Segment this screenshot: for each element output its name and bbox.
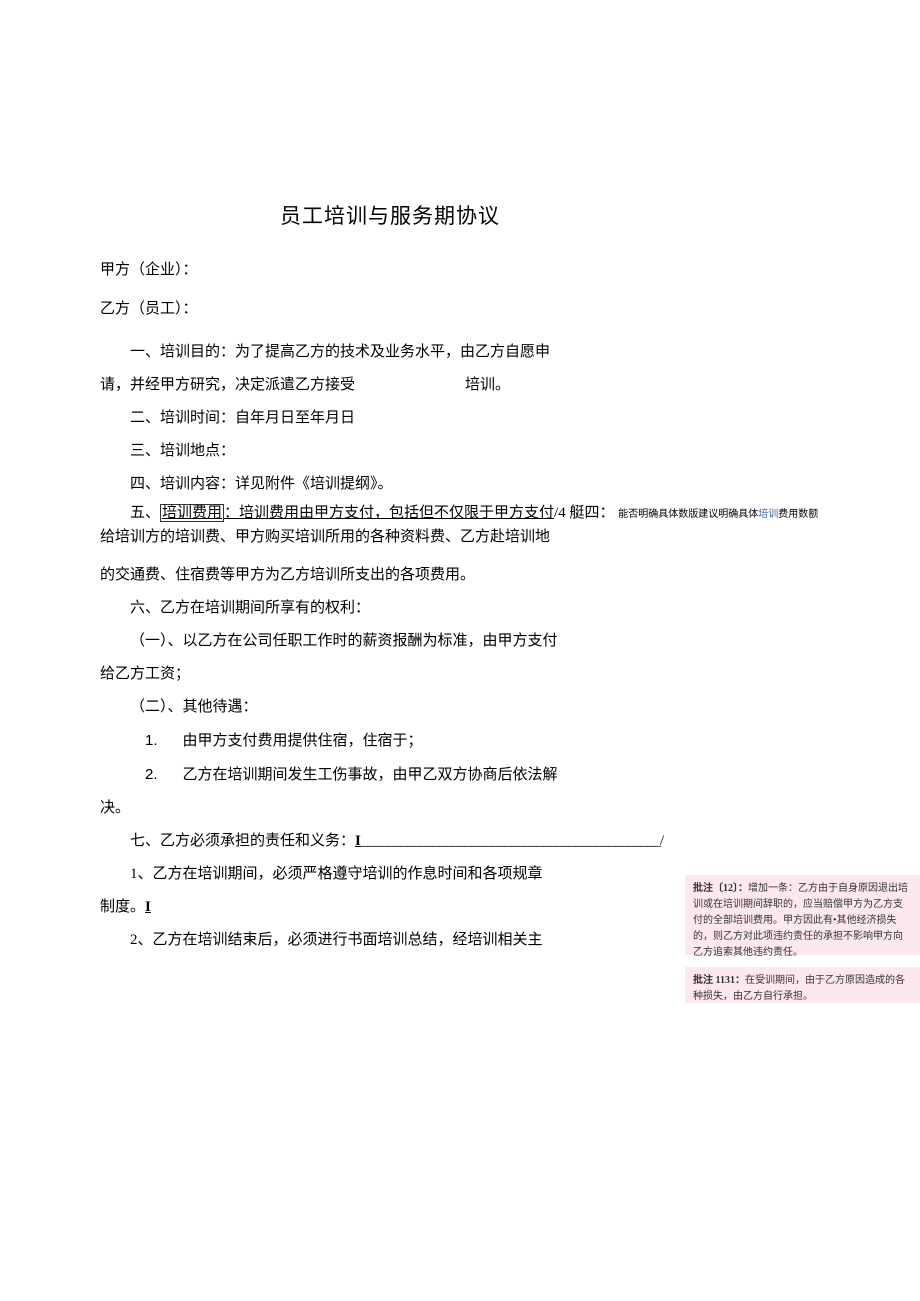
text-segment: / [660, 833, 664, 849]
comment-label: 批注〔12〕： [693, 883, 748, 894]
document-title: 员工培训与服务期协议 [100, 200, 680, 230]
list-item-2b: 决。 [100, 792, 680, 825]
list-number: 1. [145, 724, 183, 757]
section-6: 六、乙方在培训期间所享有的权利： [100, 592, 680, 625]
text-segment: 五、 [130, 505, 160, 521]
section-1-line-1: 一、培训目的：为了提高乙方的技术及业务水平，由乙方自愿申 [100, 336, 680, 369]
party-a: 甲方（企业）： [100, 258, 680, 279]
comment-text: 增加一条：乙方由于自身原因退出培训或在培训期间辞职的，应当赔偿甲方为乙方支付的全… [693, 883, 908, 958]
list-item-2: 2.乙方在培训期间发生工伤事故，由甲乙双方协商后依法解 [100, 758, 680, 792]
list-text: 乙方在培训期间发生工伤事故，由甲乙双方协商后依法解 [183, 767, 558, 783]
section-5-line-2: 给培训方的培训费、甲方购买培训所用的各种资料费、乙方赴培训地 [100, 525, 680, 549]
comment-annotation-2: 批注 1131：在受训期间，由于乙方原因造成的各种损失，由乙方自行承担。 [685, 967, 920, 1003]
section-7-1: 1、乙方在培训期间，必须严格遵守培训的作息时间和各项规章 [100, 858, 680, 891]
cursor-mark: I [145, 899, 151, 915]
list-text: 由甲方支付费用提供住宿，住宿于； [183, 733, 423, 749]
section-4: 四、培训内容：详见附件《培训提纲》。 [100, 468, 680, 501]
section-2: 二、培训时间：自年月日至年月日 [100, 402, 680, 435]
list-item-1: 1.由甲方支付费用提供住宿，住宿于； [100, 724, 680, 758]
blank-line[interactable]: ________________________________________… [361, 833, 660, 849]
comment-annotation-1: 批注〔12〕：增加一条：乙方由于自身原因退出培训或在培训期间辞职的，应当赔偿甲方… [685, 875, 920, 955]
underlined-text: ：培训费用由甲方支付，包括但不仅限于甲方支付 [224, 505, 554, 521]
section-6-1: （一）、以乙方在公司任职工作时的薪资报酬为标准，由甲方支付 [100, 625, 680, 658]
comment-label: 批注 1131： [693, 975, 745, 986]
text-segment: 请，并经甲方研究，决定派遣乙方接受 [100, 377, 355, 393]
list-number: 2. [145, 758, 183, 791]
section-6-2: （二）、其他待遇： [100, 691, 680, 724]
text-segment: 制度。 [100, 899, 145, 915]
section-1-line-2: 请，并经甲方研究，决定派遣乙方接受 培训。 [100, 369, 680, 402]
text-segment: /4 艇四： [554, 505, 614, 521]
section-5-line-1: 五、培训费用：培训费用由甲方支付，包括但不仅限于甲方支付/4 艇四： 能否明确具… [100, 501, 850, 525]
section-7-1b: 制度。I [100, 891, 680, 924]
inline-note: 费用数额 [778, 509, 818, 520]
inline-note-blue: 培训 [758, 509, 778, 520]
boxed-text: 培训费用 [160, 504, 224, 522]
section-3: 三、培训地点： [100, 435, 680, 468]
inline-note: 能否明确具体数版建议明确具体 [618, 509, 758, 520]
party-b: 乙方（员工）： [100, 297, 680, 318]
text-segment: 培训。 [465, 377, 510, 393]
section-7-2: 2、乙方在培训结束后，必须进行书面培训总结，经培训相关主 [100, 924, 680, 957]
text-segment: 七、乙方必须承担的责任和义务： [130, 833, 355, 849]
section-7: 七、乙方必须承担的责任和义务：I________________________… [100, 825, 680, 858]
section-6-1b: 给乙方工资； [100, 658, 680, 691]
section-5-line-3: 的交通费、住宿费等甲方为乙方培训所支出的各项费用。 [100, 559, 680, 592]
